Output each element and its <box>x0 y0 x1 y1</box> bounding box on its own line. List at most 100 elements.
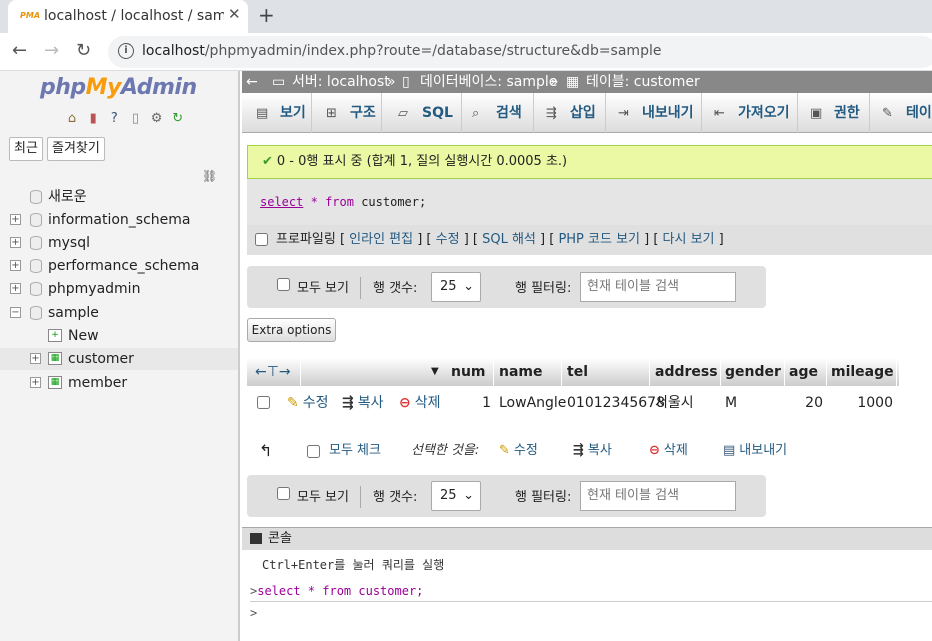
tab-operations[interactable]: ✎ 테이 <box>870 93 932 133</box>
row-delete-link[interactable]: ⊖ 삭제 <box>399 389 441 417</box>
sql-console: 콘솔 Ctrl+Enter를 눌러 쿼리를 실행 >select * from … <box>242 527 932 641</box>
rows-select[interactable]: 25 ⌄ <box>431 272 481 302</box>
column-header-num[interactable]: num <box>447 358 494 386</box>
delete-icon: ⊖ <box>399 395 411 411</box>
back-icon[interactable]: ← <box>12 40 27 61</box>
profiling-checkbox[interactable] <box>255 233 268 246</box>
tree-item-new[interactable]: 새로운 <box>0 186 238 208</box>
expand-icon[interactable]: + <box>10 214 21 225</box>
browser-tab[interactable]: PMA localhost / localhost / sample ✕ <box>8 0 248 33</box>
tree-item-member[interactable]: + ▦ member <box>0 372 238 394</box>
home-icon[interactable]: ⌂ <box>64 111 80 127</box>
favorites-button[interactable]: 즐겨찾기 <box>47 137 105 161</box>
database-icon <box>30 259 42 273</box>
cell-num[interactable]: 1 <box>447 389 491 417</box>
cell-tel[interactable]: 01012345678 <box>567 389 665 417</box>
row-checkbox[interactable] <box>257 396 270 409</box>
cell-gender[interactable]: M <box>725 389 737 417</box>
tree-item-new-table[interactable]: + New <box>0 325 238 347</box>
php-code-link[interactable]: PHP 코드 보기 <box>558 232 640 247</box>
tab-structure[interactable]: ⊞ 구조 <box>312 93 382 133</box>
link-chain-icon[interactable]: ⛓ <box>202 169 217 183</box>
console-history-entry[interactable]: >select * from customer; <box>250 580 932 602</box>
breadcrumb-sep: » <box>387 74 396 90</box>
logout-icon[interactable]: ▮ <box>85 111 101 127</box>
tree-item-performance-schema[interactable]: + performance_schema <box>0 255 238 277</box>
console-input[interactable]: > <box>250 606 257 620</box>
tab-insert[interactable]: ⇶ 삽입 <box>534 93 606 133</box>
breadcrumb-database[interactable]: 데이터베이스: sample <box>420 71 557 93</box>
table-icon: ▦ <box>48 376 62 389</box>
collapse-arrow-icon[interactable]: ← <box>246 71 258 93</box>
sql-icon: ▱ <box>398 106 408 121</box>
forward-icon[interactable]: → <box>44 40 59 61</box>
column-header-gender[interactable]: gender <box>721 358 785 386</box>
column-header-age[interactable]: age <box>785 358 827 386</box>
bulk-edit-button[interactable]: ✎ 수정 <box>499 437 538 465</box>
tab-sql[interactable]: ▱ SQL <box>382 93 462 133</box>
help-icon[interactable]: ? <box>106 111 122 127</box>
tab-import[interactable]: ⇤ 가져오기 <box>702 93 798 133</box>
site-info-icon[interactable]: i <box>118 43 134 59</box>
bulk-delete-button[interactable]: ⊖ 삭제 <box>649 437 688 465</box>
refresh-icon[interactable]: ↻ <box>170 111 186 127</box>
tree-item-information-schema[interactable]: + information_schema <box>0 209 238 231</box>
cell-name[interactable]: LowAngle <box>499 389 566 417</box>
select-arrow-icon: ↰ <box>259 441 273 460</box>
check-all-label[interactable]: 모두 체크 <box>329 437 381 465</box>
settings-gear-icon[interactable]: ⚙ <box>149 111 165 127</box>
filter-input[interactable]: 현재 테이블 검색 <box>580 272 736 302</box>
breadcrumb-table[interactable]: 테이블: customer <box>586 71 700 93</box>
row-edit-link[interactable]: ✎ 수정 <box>287 389 329 417</box>
tree-label: member <box>68 375 128 391</box>
tab-browse[interactable]: ▤ 보기 <box>242 93 312 133</box>
filter-input[interactable]: 현재 테이블 검색 <box>580 481 736 511</box>
check-all-checkbox[interactable] <box>307 445 320 458</box>
breadcrumb-server[interactable]: 서버: localhost <box>292 71 390 93</box>
expand-icon[interactable]: + <box>10 260 21 271</box>
cell-age[interactable]: 20 <box>785 389 823 417</box>
rows-select[interactable]: 25 ⌄ <box>431 481 481 511</box>
sort-dropdown-icon[interactable]: ▼ <box>427 358 447 386</box>
cell-mileage[interactable]: 1000 <box>827 389 893 417</box>
tab-search[interactable]: ⌕ 검색 <box>462 93 534 133</box>
column-header-tel[interactable]: tel <box>563 358 650 386</box>
cell-address[interactable]: 서울시 <box>655 389 694 417</box>
tab-title: localhost / localhost / sample <box>44 8 224 24</box>
column-header-mileage[interactable]: mileage <box>827 358 897 386</box>
column-header-name[interactable]: name <box>495 358 562 386</box>
collapse-icon[interactable]: − <box>10 307 21 318</box>
reload-icon[interactable]: ↻ <box>76 40 91 61</box>
column-header-address[interactable]: address <box>651 358 721 386</box>
show-all-checkbox[interactable] <box>277 487 290 500</box>
tree-item-mysql[interactable]: + mysql <box>0 232 238 254</box>
phpmyadmin-logo[interactable]: phpMyAdmin <box>40 75 197 100</box>
explain-sql-link[interactable]: SQL 해석 <box>482 232 536 247</box>
bulk-copy-button[interactable]: ⇶ 복사 <box>573 437 612 465</box>
expand-icon[interactable]: + <box>30 377 41 388</box>
row-copy-link[interactable]: ⇶ 복사 <box>342 389 384 417</box>
recent-button[interactable]: 최근 <box>9 137 43 161</box>
sql-keyword[interactable]: select <box>260 195 303 209</box>
expand-icon[interactable]: + <box>10 283 21 294</box>
expand-icon[interactable]: + <box>10 237 21 248</box>
tree-item-sample[interactable]: − sample <box>0 302 238 324</box>
tab-privileges[interactable]: ▣ 권한 <box>798 93 870 133</box>
inline-edit-link[interactable]: 인라인 편집 <box>349 232 413 247</box>
tree-item-phpmyadmin[interactable]: + phpmyadmin <box>0 278 238 300</box>
tree-item-customer[interactable]: + ▦ customer <box>0 348 238 370</box>
edit-link[interactable]: 수정 <box>436 232 460 247</box>
docs-icon[interactable]: ▯ <box>127 111 143 127</box>
extra-options-button[interactable]: Extra options <box>247 318 336 342</box>
column-arrows-icon[interactable]: ←⊤→ <box>251 358 301 386</box>
bulk-export-button[interactable]: ▤ 내보내기 <box>723 437 787 465</box>
show-all-checkbox[interactable] <box>277 278 290 291</box>
refresh-link[interactable]: 다시 보기 <box>663 232 715 247</box>
close-tab-icon[interactable]: ✕ <box>228 5 241 23</box>
tab-export[interactable]: ⇥ 내보내기 <box>606 93 702 133</box>
expand-icon[interactable]: + <box>30 353 41 364</box>
url-field[interactable]: i localhost/phpmyadmin/index.php?route=/… <box>108 36 932 68</box>
new-tab-button[interactable]: + <box>258 3 275 27</box>
chevron-down-icon: ⌄ <box>463 488 474 503</box>
console-header[interactable]: 콘솔 <box>242 528 932 550</box>
